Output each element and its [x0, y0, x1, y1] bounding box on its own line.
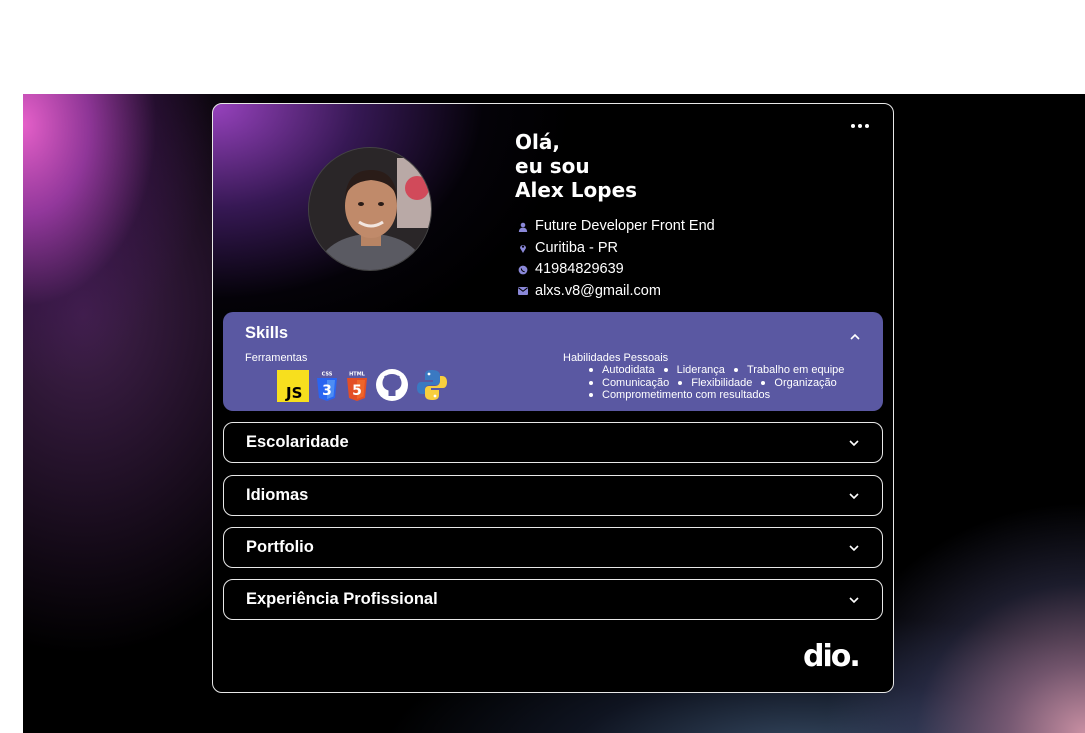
list-item: Flexibilidade — [678, 377, 752, 390]
css-badge-label: CSS — [322, 372, 333, 378]
location-row: Curitiba - PR — [515, 238, 715, 260]
person-icon — [517, 221, 529, 233]
accordion-experiencia[interactable]: Experiência Profissional — [223, 579, 883, 620]
section-title: Portfolio — [246, 538, 314, 556]
tools-label: Ferramentas — [245, 352, 308, 364]
phone-text[interactable]: 41984829639 — [535, 259, 624, 281]
list-item: Comunicação — [589, 377, 669, 390]
chevron-up-icon[interactable] — [849, 332, 861, 342]
section-title: Escolaridade — [246, 433, 349, 451]
chevron-down-icon[interactable] — [848, 491, 860, 501]
role-row: Future Developer Front End — [515, 216, 715, 238]
js-icon-label: JS — [285, 384, 302, 402]
profile-name: Alex Lopes — [515, 178, 638, 202]
dot-icon — [851, 124, 855, 128]
greeting-line-2: eu sou — [515, 154, 590, 178]
html-badge-label: HTML — [349, 372, 366, 378]
css-version-label: 3 — [322, 383, 332, 399]
html5-icon: HTML 5 — [347, 372, 367, 401]
personal-skills-group: Habilidades Pessoais Autodidata Lideranç… — [563, 352, 853, 402]
section-title: Experiência Profissional — [246, 590, 438, 608]
tools-group: Ferramentas JS CSS 3 HTML 5 — [245, 352, 447, 402]
list-item: Organização — [761, 377, 836, 390]
list-item: Autodidata — [589, 364, 655, 377]
skills-title: Skills — [245, 324, 289, 342]
html-version-label: 5 — [352, 383, 362, 399]
chevron-down-icon[interactable] — [848, 543, 860, 553]
list-item: Comprometimento com resultados — [589, 389, 770, 402]
profile-photo — [309, 148, 431, 270]
map-pin-icon — [517, 242, 529, 254]
dot-icon — [858, 124, 862, 128]
accordion-escolaridade[interactable]: Escolaridade — [223, 422, 883, 463]
more-options-button[interactable] — [847, 118, 873, 134]
section-title: Idiomas — [246, 486, 309, 504]
contact-info: Future Developer Front End Curitiba - PR… — [515, 216, 715, 302]
accordion-idiomas[interactable]: Idiomas — [223, 475, 883, 516]
mail-icon — [517, 285, 529, 297]
chevron-down-icon[interactable] — [848, 595, 860, 605]
avatar — [308, 147, 432, 271]
location-text: Curitiba - PR — [535, 239, 618, 256]
role-text: Future Developer Front End — [535, 218, 715, 234]
skills-accordion[interactable]: Skills Ferramentas JS CSS 3 HTML 5 Habil… — [223, 312, 883, 411]
chevron-down-icon[interactable] — [848, 438, 860, 448]
phone-row: 41984829639 — [515, 259, 715, 281]
personal-skills-label: Habilidades Pessoais — [563, 352, 669, 364]
list-item: Trabalho em equipe — [734, 364, 844, 377]
whatsapp-icon — [517, 264, 529, 276]
python-icon — [417, 370, 447, 400]
intro: Olá, eu sou Alex Lopes Future Developer … — [515, 130, 715, 302]
list-item: Liderança — [664, 364, 725, 377]
greeting-line-1: Olá, — [515, 130, 560, 154]
github-icon — [376, 369, 408, 401]
skills-line: Comprometimento com resultados — [589, 389, 853, 402]
skills-line: Comunicação Flexibilidade Organização — [589, 377, 853, 390]
accordion-portfolio[interactable]: Portfolio — [223, 527, 883, 568]
dio-logo: dio. — [803, 642, 861, 670]
tools-icons: JS CSS 3 HTML 5 — [277, 368, 449, 402]
dot-icon — [865, 124, 869, 128]
javascript-icon: JS — [277, 370, 309, 402]
email-text[interactable]: alxs.v8@gmail.com — [535, 281, 661, 303]
skills-line: Autodidata Liderança Trabalho em equipe — [589, 364, 853, 377]
email-row: alxs.v8@gmail.com — [515, 281, 715, 303]
css3-icon: CSS 3 — [317, 372, 337, 401]
profile-card: Olá, eu sou Alex Lopes Future Developer … — [212, 103, 894, 693]
personal-skills-list: Autodidata Liderança Trabalho em equipe … — [589, 364, 853, 402]
dio-logo-text: dio. — [803, 642, 859, 670]
